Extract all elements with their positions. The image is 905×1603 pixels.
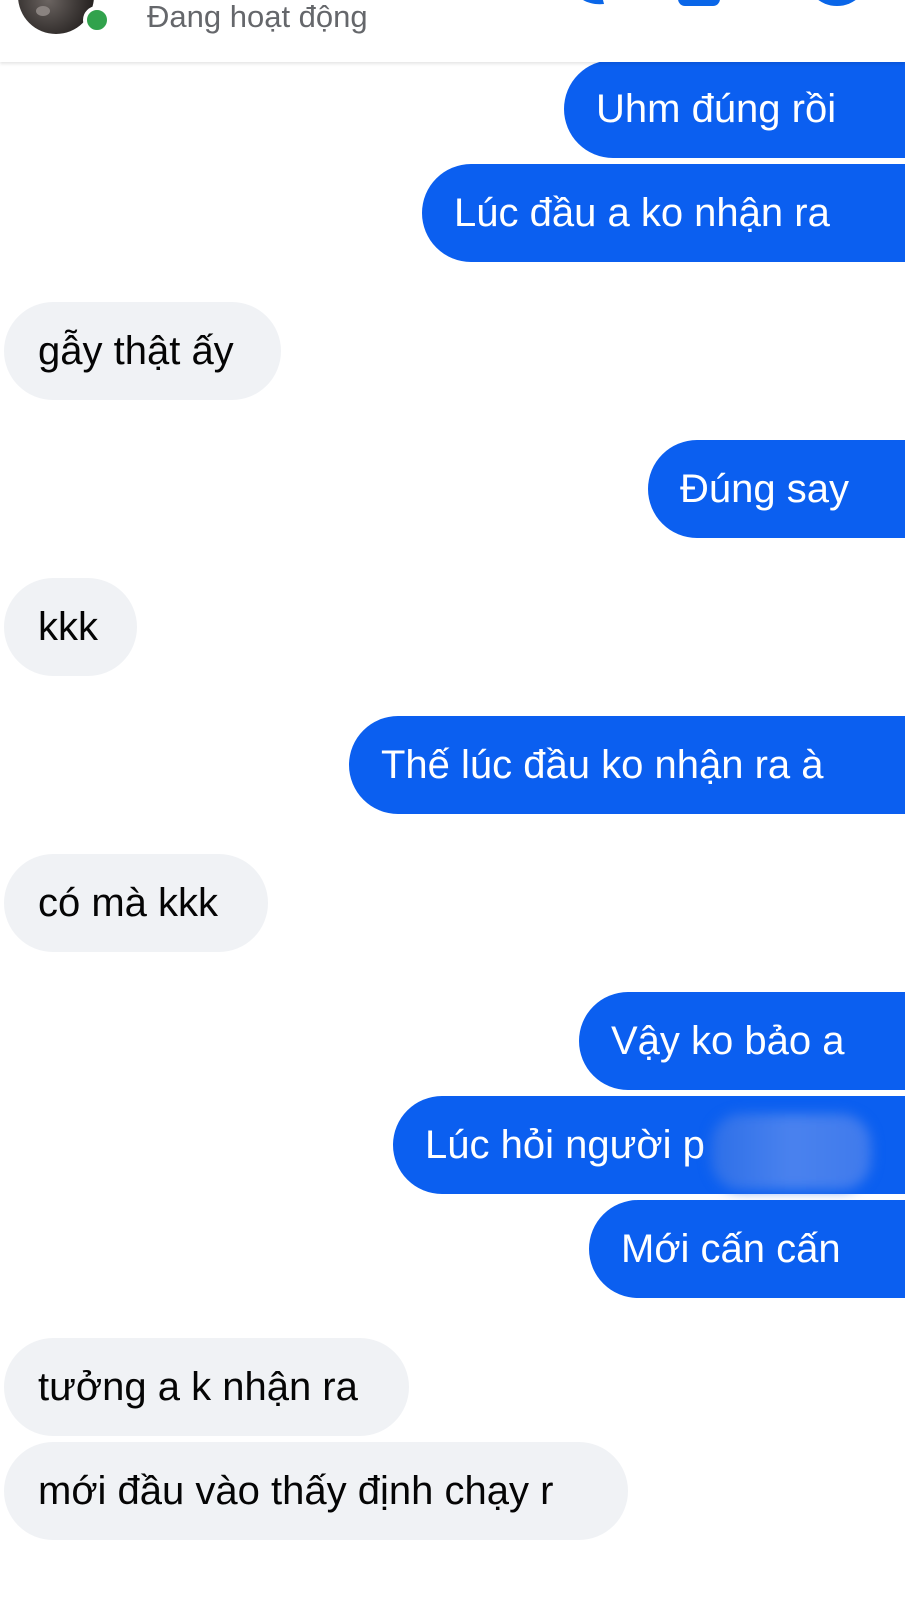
online-status-dot xyxy=(83,6,111,34)
message-text: Lúc hỏi người p xyxy=(425,1123,705,1167)
redaction-blur xyxy=(711,1114,871,1190)
message-bubble-received[interactable]: kkk xyxy=(4,578,137,676)
active-status-text: Đang hoạt động xyxy=(147,0,368,34)
message-bubble-sent[interactable]: Đúng say xyxy=(648,440,905,538)
message-bubble-received[interactable]: gẫy thật ấy xyxy=(4,302,281,400)
message-bubble-sent[interactable]: Uhm đúng rồi xyxy=(564,60,905,158)
message-bubble-received[interactable]: mới đầu vào thấy định chạy r xyxy=(4,1442,628,1540)
avatar-detail xyxy=(36,6,50,16)
message-bubble-received[interactable]: tưởng a k nhận ra xyxy=(4,1338,409,1436)
info-icon[interactable] xyxy=(812,0,862,10)
phone-call-icon[interactable] xyxy=(560,0,608,10)
message-thread: Uhm đúng rồi Lúc đầu a ko nhận ra gẫy th… xyxy=(0,0,905,1603)
message-bubble-received[interactable]: có mà kkk xyxy=(4,854,268,952)
message-bubble-sent[interactable]: Thế lúc đầu ko nhận ra à xyxy=(349,716,905,814)
message-bubble-sent[interactable]: Vậy ko bảo a xyxy=(579,992,905,1090)
video-call-icon[interactable] xyxy=(676,0,724,10)
message-bubble-sent[interactable]: Lúc đầu a ko nhận ra xyxy=(422,164,905,262)
chat-header: Đang hoạt động xyxy=(0,0,905,62)
message-bubble-sent[interactable]: Mới cấn cấn xyxy=(589,1200,905,1298)
